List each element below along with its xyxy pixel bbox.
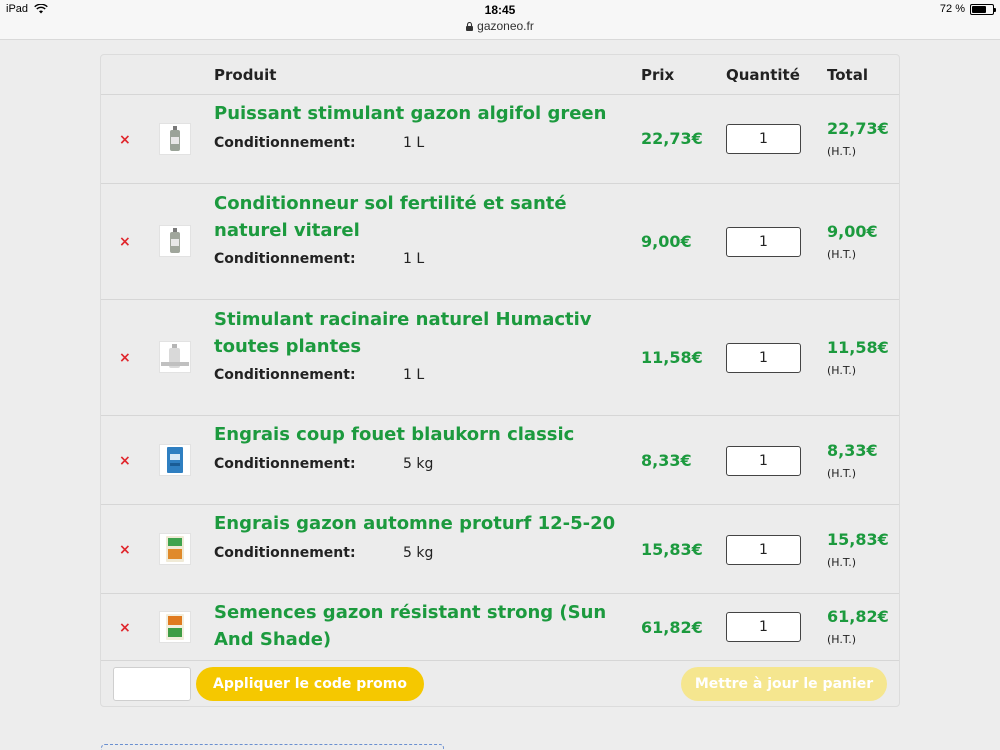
cond-value: 1 L xyxy=(403,251,425,267)
remove-icon[interactable]: × xyxy=(119,543,131,557)
cart-table: Produit Prix Quantité Total × Puissant s… xyxy=(100,54,900,707)
cart-row: × Conditionneur sol fertilité et santé n… xyxy=(101,184,899,300)
unit-price: 22,73€ xyxy=(641,129,703,148)
status-right: 72 % xyxy=(939,3,996,15)
header-quantity: Quantité xyxy=(726,66,800,84)
remove-icon[interactable]: × xyxy=(119,133,131,147)
product-title[interactable]: Conditionneur sol fertilité et santé nat… xyxy=(214,190,594,244)
line-total: 61,82€ xyxy=(827,607,889,626)
product-title[interactable]: Stimulant racinaire naturel Humactiv tou… xyxy=(214,306,614,360)
quantity-input[interactable] xyxy=(726,612,801,642)
cond-label: Conditionnement: xyxy=(214,135,356,151)
remove-icon[interactable]: × xyxy=(119,235,131,249)
status-time: 18:45 xyxy=(484,3,516,17)
dashed-panel xyxy=(101,744,444,750)
line-total: 15,83€ xyxy=(827,530,889,549)
quantity-input[interactable] xyxy=(726,446,801,476)
cond-label: Conditionnement: xyxy=(214,367,356,383)
battery-icon xyxy=(970,3,996,15)
quantity-input[interactable] xyxy=(726,343,801,373)
cart-row: × Stimulant racinaire naturel Humactiv t… xyxy=(101,300,899,416)
line-total: 9,00€ xyxy=(827,222,878,241)
line-total: 8,33€ xyxy=(827,441,878,460)
ht-label: (H.T.) xyxy=(827,248,857,261)
quantity-input[interactable] xyxy=(726,227,801,257)
ht-label: (H.T.) xyxy=(827,364,857,377)
header-total: Total xyxy=(827,66,868,84)
cart-header: Produit Prix Quantité Total xyxy=(101,55,899,95)
address-bar[interactable]: gazoneo.fr xyxy=(0,19,1000,33)
cond-value: 1 L xyxy=(403,367,425,383)
quantity-input[interactable] xyxy=(726,535,801,565)
unit-price: 11,58€ xyxy=(641,348,703,367)
cond-value: 1 L xyxy=(403,135,425,151)
cond-label: Conditionnement: xyxy=(214,456,356,472)
cart-row: × Engrais coup fouet blaukorn classic Co… xyxy=(101,416,899,505)
bottle-icon[interactable] xyxy=(159,341,191,373)
product-title[interactable]: Puissant stimulant gazon algifol green xyxy=(214,100,624,127)
quantity-input[interactable] xyxy=(726,124,801,154)
line-total: 11,58€ xyxy=(827,338,889,357)
cond-label: Conditionnement: xyxy=(214,251,356,267)
ht-label: (H.T.) xyxy=(827,145,857,158)
update-cart-button[interactable]: Mettre à jour le panier xyxy=(681,667,887,701)
product-title[interactable]: Engrais coup fouet blaukorn classic xyxy=(214,421,624,448)
unit-price: 8,33€ xyxy=(641,451,692,470)
cond-value: 5 kg xyxy=(403,545,434,561)
apply-promo-button[interactable]: Appliquer le code promo xyxy=(196,667,424,701)
unit-price: 15,83€ xyxy=(641,540,703,559)
url-text: gazoneo.fr xyxy=(477,19,534,33)
product-title[interactable]: Semences gazon résistant strong (Sun And… xyxy=(214,599,614,653)
bag-icon[interactable] xyxy=(159,611,191,643)
cart-row: × Puissant stimulant gazon algifol green… xyxy=(101,95,899,184)
bottle-icon[interactable] xyxy=(159,123,191,155)
cond-label: Conditionnement: xyxy=(214,545,356,561)
ht-label: (H.T.) xyxy=(827,467,857,480)
cart-row: × Engrais gazon automne proturf 12-5-20 … xyxy=(101,505,899,594)
ht-label: (H.T.) xyxy=(827,556,857,569)
header-product: Produit xyxy=(214,66,277,84)
remove-icon[interactable]: × xyxy=(119,351,131,365)
cond-value: 5 kg xyxy=(403,456,434,472)
lock-icon xyxy=(466,22,474,31)
unit-price: 9,00€ xyxy=(641,232,692,251)
cart-row: × Semences gazon résistant strong (Sun A… xyxy=(101,594,899,660)
bag-icon[interactable] xyxy=(159,444,191,476)
bottle-icon[interactable] xyxy=(159,225,191,257)
unit-price: 61,82€ xyxy=(641,618,703,637)
ht-label: (H.T.) xyxy=(827,633,857,646)
header-price: Prix xyxy=(641,66,675,84)
battery-fill xyxy=(972,5,987,13)
promo-code-input[interactable] xyxy=(113,667,191,701)
remove-icon[interactable]: × xyxy=(119,454,131,468)
divider xyxy=(101,660,899,661)
product-title[interactable]: Engrais gazon automne proturf 12-5-20 xyxy=(214,510,624,537)
status-bar: iPad 18:45 gazoneo.fr 72 % xyxy=(0,0,1000,40)
remove-icon[interactable]: × xyxy=(119,621,131,635)
battery-percent: 72 % xyxy=(939,3,965,15)
bag-icon[interactable] xyxy=(159,533,191,565)
line-total: 22,73€ xyxy=(827,119,889,138)
